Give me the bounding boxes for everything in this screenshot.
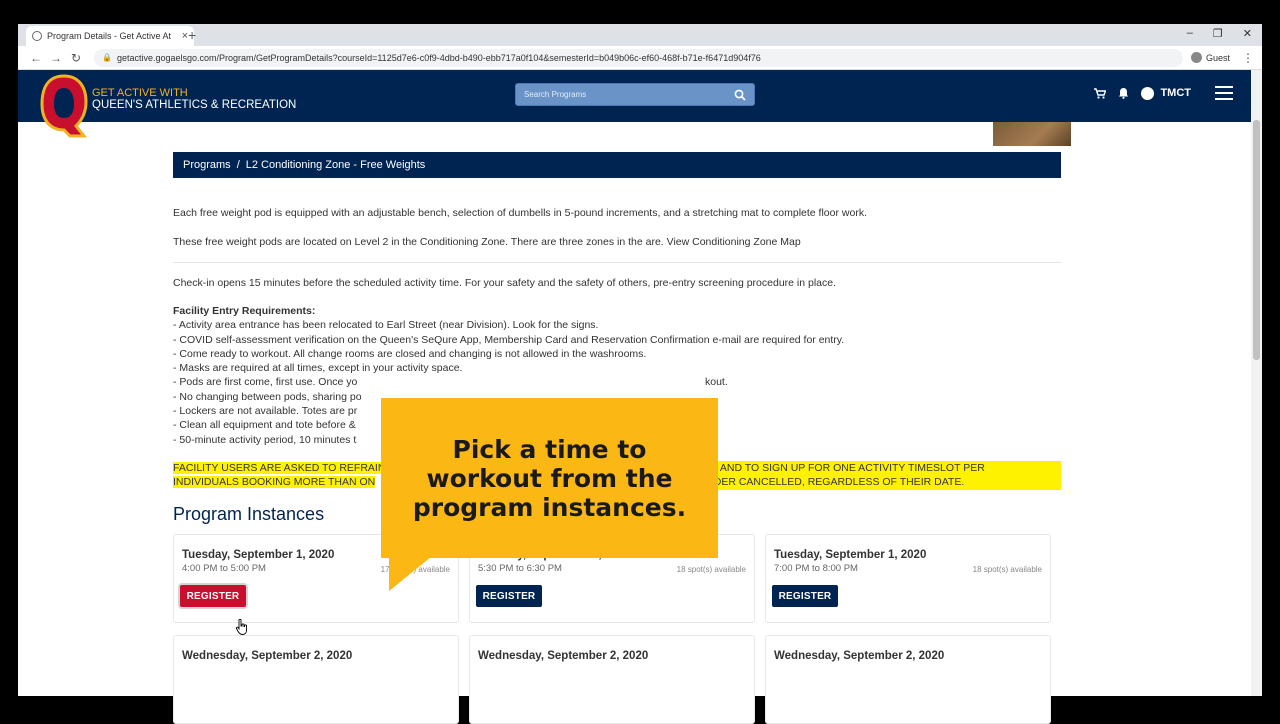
hamburger-menu-icon[interactable] bbox=[1215, 86, 1233, 100]
profile-label: Guest bbox=[1205, 52, 1230, 63]
tab-title: Program Details - Get Active At bbox=[47, 31, 172, 41]
forward-button[interactable]: → bbox=[46, 51, 66, 65]
new-tab-button[interactable]: + bbox=[188, 27, 196, 43]
breadcrumb-separator: / bbox=[236, 159, 240, 171]
address-bar[interactable]: 🔒 getactive.gogaelsgo.com/Program/GetPro… bbox=[94, 48, 1183, 67]
requirement-item: - COVID self-assessment verification on … bbox=[173, 333, 845, 346]
back-button[interactable]: ← bbox=[26, 51, 46, 65]
user-menu[interactable]: TMCT bbox=[1141, 86, 1191, 100]
checkin-paragraph: Check-in opens 15 minutes before the sch… bbox=[173, 277, 837, 289]
user-avatar bbox=[1141, 86, 1155, 100]
instance-card: Wednesday, September 2, 2020 bbox=[173, 635, 459, 724]
instance-card: Tuesday, September 1, 2020 7:00 PM to 8:… bbox=[765, 534, 1051, 623]
user-initials: TMCT bbox=[1160, 87, 1191, 99]
avatar-icon bbox=[1190, 52, 1202, 63]
program-instances-grid: Tuesday, September 1, 2020 4:00 PM to 5:… bbox=[173, 534, 1061, 724]
tutorial-callout: Pick a time to workout from the program … bbox=[381, 398, 718, 558]
bell-icon[interactable] bbox=[1118, 87, 1129, 99]
profile-button[interactable]: Guest bbox=[1190, 52, 1230, 63]
search-box bbox=[515, 83, 755, 106]
program-image bbox=[993, 120, 1071, 146]
instance-date: Wednesday, September 2, 2020 bbox=[182, 650, 353, 662]
warning-text: INDIVIDUALS BOOKING MORE THAN ON bbox=[173, 476, 376, 489]
register-button[interactable]: REGISTER bbox=[180, 585, 246, 607]
instance-card: Wednesday, September 2, 2020 bbox=[765, 635, 1051, 724]
restore-button[interactable]: ❐ bbox=[1213, 27, 1223, 40]
cart-icon[interactable] bbox=[1094, 87, 1107, 99]
reload-button[interactable]: ↻ bbox=[66, 51, 86, 65]
requirement-item: - Activity area entrance has been reloca… bbox=[173, 319, 599, 332]
tab-strip: Program Details - Get Active At × + – ❐ … bbox=[18, 24, 1262, 46]
queens-q-logo[interactable] bbox=[40, 74, 88, 138]
breadcrumb: Programs / L2 Conditioning Zone - Free W… bbox=[173, 152, 1061, 178]
browser-toolbar: ← → ↻ 🔒 getactive.gogaelsgo.com/Program/… bbox=[18, 46, 1262, 70]
instance-date: Tuesday, September 1, 2020 bbox=[774, 549, 927, 561]
register-button[interactable]: REGISTER bbox=[772, 585, 838, 607]
window-controls: – ❐ ✕ bbox=[1187, 27, 1252, 40]
breadcrumb-current: L2 Conditioning Zone - Free Weights bbox=[245, 159, 426, 171]
page-scrollbar[interactable] bbox=[1251, 70, 1262, 696]
callout-pointer bbox=[389, 557, 431, 591]
location-text: These free weight pods are located on Le… bbox=[173, 236, 664, 248]
breadcrumb-programs-link[interactable]: Programs bbox=[183, 159, 231, 171]
instance-spots: 18 spot(s) available bbox=[972, 565, 1042, 574]
description-paragraph: Each free weight pod is equipped with an… bbox=[173, 207, 867, 219]
requirements-heading: Facility Entry Requirements: bbox=[173, 305, 316, 317]
requirement-item: - Masks are required at all times, excep… bbox=[173, 362, 463, 375]
callout-text: Pick a time to workout from the program … bbox=[412, 434, 687, 522]
location-paragraph: These free weight pods are located on Le… bbox=[173, 235, 1061, 249]
close-window-button[interactable]: ✕ bbox=[1243, 27, 1252, 40]
lock-icon: 🔒 bbox=[102, 53, 112, 62]
instance-date: Wednesday, September 2, 2020 bbox=[478, 650, 649, 662]
requirement-item: - Pods are first come, first use. Once y… bbox=[173, 376, 728, 389]
url-text: getactive.gogaelsgo.com/Program/GetProgr… bbox=[116, 52, 761, 63]
minimize-button[interactable]: – bbox=[1187, 27, 1193, 40]
conditioning-zone-map-link[interactable]: View Conditioning Zone Map bbox=[667, 236, 801, 248]
brand-tagline: GET ACTIVE WITH bbox=[92, 87, 188, 99]
hand-cursor-icon bbox=[236, 619, 247, 635]
instance-date: Wednesday, September 2, 2020 bbox=[774, 650, 945, 662]
register-button[interactable]: REGISTER bbox=[476, 585, 542, 607]
requirement-item-tail: kout. bbox=[705, 376, 728, 389]
brand-name: QUEEN'S ATHLETICS & RECREATION bbox=[92, 99, 297, 111]
browser-tab[interactable]: Program Details - Get Active At × bbox=[26, 26, 194, 46]
search-icon[interactable] bbox=[734, 89, 746, 101]
browser-menu-icon[interactable]: ⋮ bbox=[1242, 51, 1254, 65]
instance-card: Wednesday, September 2, 2020 bbox=[469, 635, 755, 724]
instance-spots: 18 spot(s) available bbox=[676, 565, 746, 574]
scrollbar-thumb[interactable] bbox=[1253, 120, 1260, 360]
globe-icon bbox=[32, 31, 42, 41]
warning-text: ORDER CANCELLED, REGARDLESS OF THEIR DAT… bbox=[698, 475, 965, 490]
site-header: GET ACTIVE WITH QUEEN'S ATHLETICS & RECR… bbox=[18, 70, 1251, 138]
warning-text: FACILITY USERS ARE ASKED TO REFRAIN bbox=[173, 461, 386, 474]
requirement-item: - Come ready to workout. All change room… bbox=[173, 347, 647, 360]
divider bbox=[173, 262, 1061, 263]
header-actions: TMCT bbox=[1094, 86, 1233, 100]
search-input[interactable] bbox=[524, 90, 734, 99]
